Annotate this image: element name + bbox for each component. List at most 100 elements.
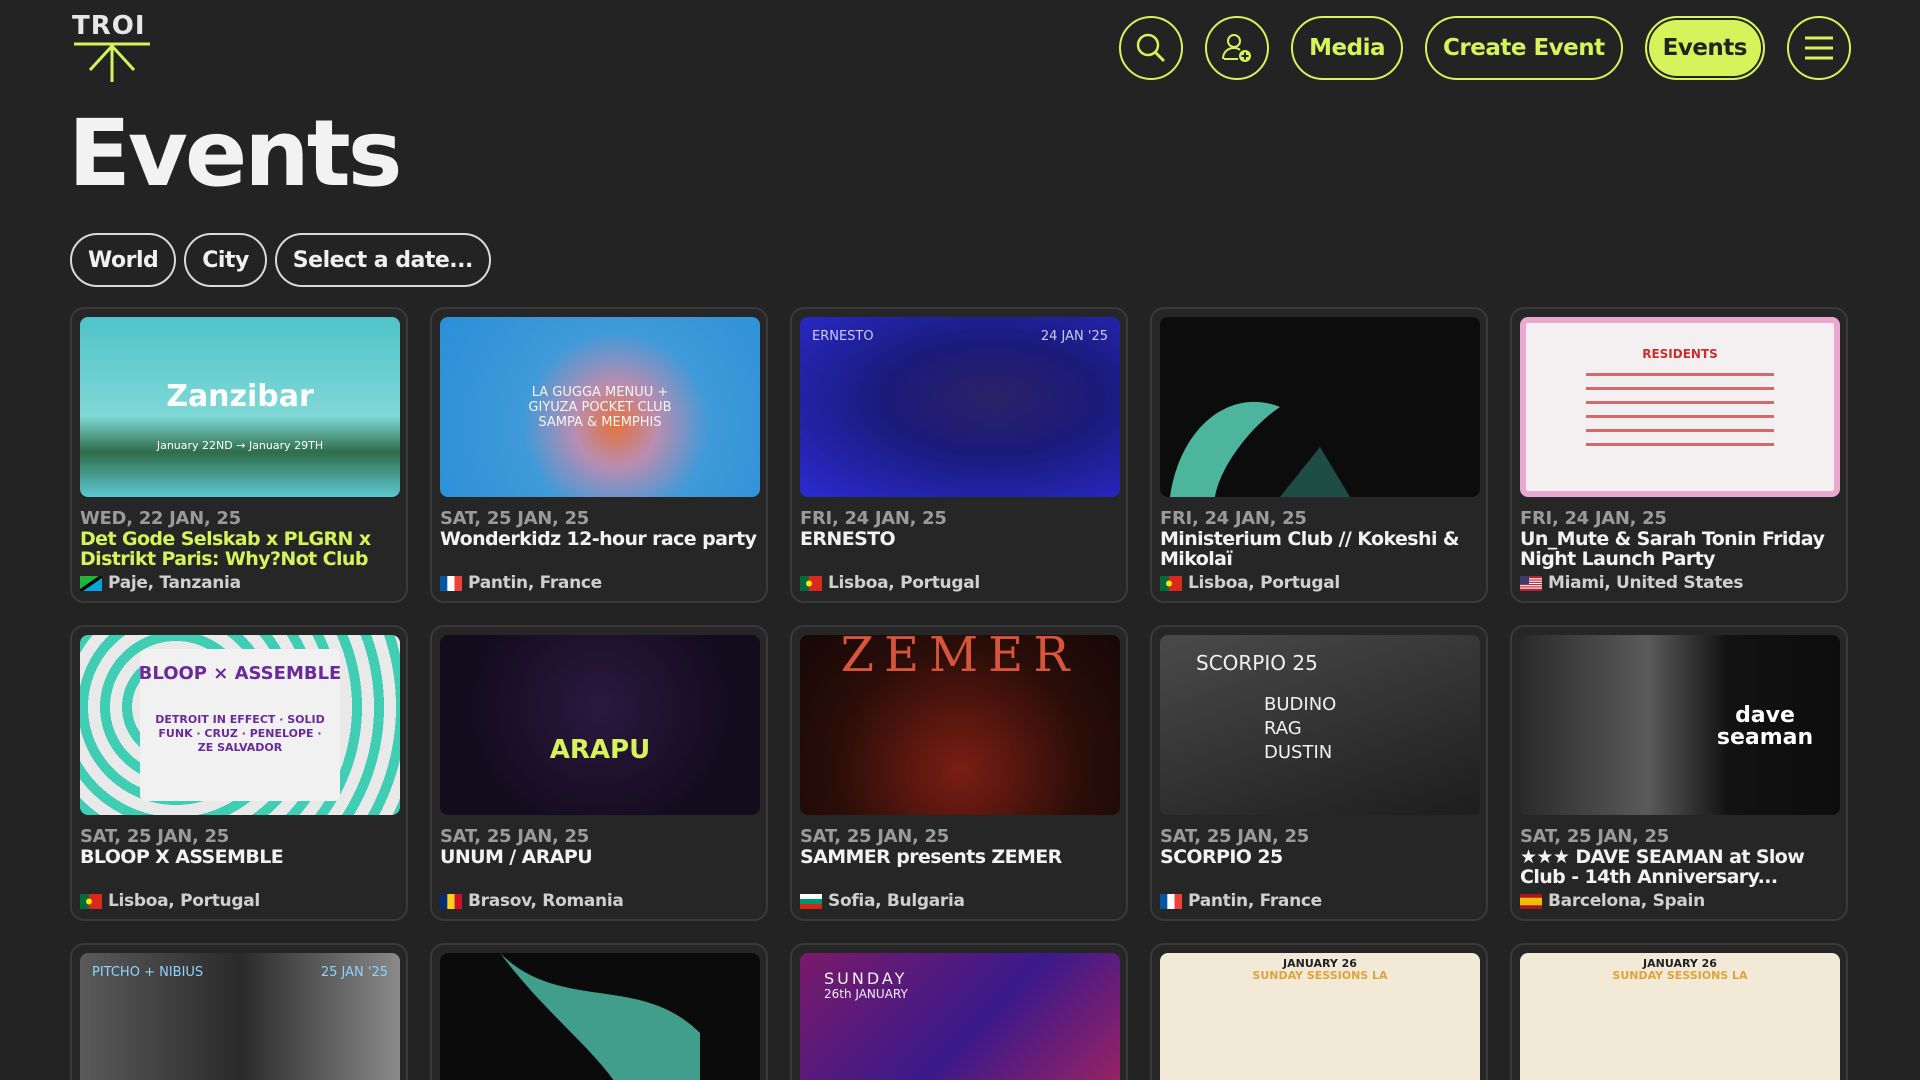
event-card[interactable]: BLOOP × ASSEMBLE DETROIT IN EFFECT · SOL… bbox=[70, 625, 408, 921]
event-title: ★★★ DAVE SEAMAN at Slow Club - 14th Anni… bbox=[1520, 847, 1805, 888]
location-text: Miami, United States bbox=[1548, 573, 1744, 593]
location-text: Lisboa, Portugal bbox=[108, 891, 260, 911]
event-location: Sofia, Bulgaria bbox=[800, 891, 1118, 911]
city-filter-button[interactable]: City bbox=[184, 233, 267, 287]
event-location: Miami, United States bbox=[1520, 573, 1838, 593]
create-event-button[interactable]: Create Event bbox=[1425, 16, 1623, 80]
thumbnail-title: Zanzibar bbox=[166, 379, 314, 414]
thumbnail-title: SUNDAY bbox=[824, 969, 908, 988]
event-title: SCORPIO 25 bbox=[1160, 847, 1283, 868]
event-card[interactable]: FRI, 24 JAN, 25 Ministerium Club // Koke… bbox=[1150, 307, 1488, 603]
location-text: Sofia, Bulgaria bbox=[828, 891, 965, 911]
tanzania-flag-icon bbox=[80, 575, 102, 591]
event-date: WED, 22 JAN, 25 bbox=[80, 508, 241, 529]
media-button[interactable]: Media bbox=[1291, 16, 1403, 80]
event-title: Det Gode Selskab x PLGRN x Distrikt Pari… bbox=[80, 529, 371, 570]
date-filter-button[interactable]: Select a date... bbox=[274, 233, 491, 287]
event-location: Paje, Tanzania bbox=[80, 573, 398, 593]
event-thumbnail: Zanzibar January 22ND → January 29TH bbox=[80, 317, 400, 497]
event-card[interactable]: JANUARY 26 SUNDAY SESSIONS LA bbox=[1510, 943, 1848, 1080]
event-card[interactable]: ZEMER SAT, 25 JAN, 25 SAMMER presents ZE… bbox=[790, 625, 1128, 921]
event-date: FRI, 24 JAN, 25 bbox=[800, 508, 947, 529]
event-card[interactable]: RESIDENTS FRI, 24 JAN, 25 Un_Mute & Sara… bbox=[1510, 307, 1848, 603]
event-card[interactable] bbox=[430, 943, 768, 1080]
events-grid: Zanzibar January 22ND → January 29TH WED… bbox=[70, 307, 1850, 1080]
event-card[interactable]: dave seaman SAT, 25 JAN, 25 ★★★ DAVE SEA… bbox=[1510, 625, 1848, 921]
thumbnail-title: BLOOP × ASSEMBLE bbox=[138, 663, 342, 684]
portugal-flag-icon bbox=[80, 893, 102, 909]
event-location: Lisboa, Portugal bbox=[80, 891, 398, 911]
event-date: SAT, 25 JAN, 25 bbox=[1160, 826, 1309, 847]
add-user-button[interactable] bbox=[1205, 16, 1270, 80]
event-date: SAT, 25 JAN, 25 bbox=[800, 826, 949, 847]
event-location: Pantin, France bbox=[440, 573, 758, 593]
troi-logo[interactable]: TROI bbox=[72, 12, 152, 82]
filter-bar: World City Select a date... bbox=[70, 233, 491, 287]
thumbnail-title: PITCHO + NIBIUS bbox=[92, 965, 204, 980]
location-text: Barcelona, Spain bbox=[1548, 891, 1705, 911]
location-text: Pantin, France bbox=[1188, 891, 1322, 911]
event-date: FRI, 24 JAN, 25 bbox=[1520, 508, 1667, 529]
thumbnail-title: SCORPIO 25 bbox=[1196, 651, 1318, 675]
thumbnail-title: RESIDENTS bbox=[1642, 347, 1718, 361]
event-thumbnail: ZEMER bbox=[800, 635, 1120, 815]
event-title: Un_Mute & Sarah Tonin Friday Night Launc… bbox=[1520, 529, 1825, 570]
event-title: Wonderkidz 12-hour race party bbox=[440, 529, 757, 550]
event-card[interactable]: Zanzibar January 22ND → January 29TH WED… bbox=[70, 307, 408, 603]
menu-button[interactable] bbox=[1787, 16, 1851, 80]
event-thumbnail: SUNDAY 26th JANUARY bbox=[800, 953, 1120, 1080]
event-thumbnail bbox=[440, 953, 760, 1080]
france-flag-icon bbox=[1160, 893, 1182, 909]
event-card[interactable]: JANUARY 26 SUNDAY SESSIONS LA bbox=[1150, 943, 1488, 1080]
event-location: Brasov, Romania bbox=[440, 891, 758, 911]
location-text: Pantin, France bbox=[468, 573, 602, 593]
event-card[interactable]: ERNESTO 24 JAN '25 FRI, 24 JAN, 25 ERNES… bbox=[790, 307, 1128, 603]
thumbnail-title: LA GUGGA MENUU + GIYUZA POCKET CLUB SAMP… bbox=[528, 385, 672, 430]
event-title: SAMMER presents ZEMER bbox=[800, 847, 1062, 868]
event-date: SAT, 25 JAN, 25 bbox=[440, 508, 589, 529]
event-card[interactable]: LA GUGGA MENUU + GIYUZA POCKET CLUB SAMP… bbox=[430, 307, 768, 603]
event-thumbnail: SCORPIO 25 BUDINO RAG DUSTIN bbox=[1160, 635, 1480, 815]
event-card[interactable]: SUNDAY 26th JANUARY bbox=[790, 943, 1128, 1080]
event-card[interactable]: PITCHO + NIBIUS 25 JAN '25 bbox=[70, 943, 408, 1080]
united-states-flag-icon bbox=[1520, 575, 1542, 591]
search-button[interactable] bbox=[1119, 16, 1184, 80]
search-icon bbox=[1136, 33, 1166, 63]
event-date: SAT, 25 JAN, 25 bbox=[440, 826, 589, 847]
events-button[interactable]: Events bbox=[1644, 16, 1765, 80]
top-nav: Media Create Event Events bbox=[1119, 16, 1851, 80]
event-date: SAT, 25 JAN, 25 bbox=[1520, 826, 1669, 847]
event-location: Pantin, France bbox=[1160, 891, 1478, 911]
thumbnail-title: ERNESTO bbox=[812, 329, 874, 344]
thumbnail-subtitle: 26th JANUARY bbox=[824, 987, 908, 1001]
hamburger-menu-icon bbox=[1805, 36, 1833, 60]
location-text: Paje, Tanzania bbox=[108, 573, 241, 593]
thumbnail-title: ZEMER bbox=[840, 635, 1080, 683]
event-thumbnail: JANUARY 26 SUNDAY SESSIONS LA bbox=[1160, 953, 1480, 1080]
thumbnail-subtitle: January 22ND → January 29TH bbox=[156, 439, 324, 452]
page-title: Events bbox=[68, 100, 402, 207]
thumbnail-subtitle: DETROIT IN EFFECT · SOLID FUNK · CRUZ · … bbox=[155, 713, 325, 754]
bulgaria-flag-icon bbox=[800, 893, 822, 909]
location-text: Lisboa, Portugal bbox=[1188, 573, 1340, 593]
france-flag-icon bbox=[440, 575, 462, 591]
event-location: Barcelona, Spain bbox=[1520, 891, 1838, 911]
logo-arrow-icon bbox=[74, 42, 150, 82]
thumbnail-subtitle: SUNDAY SESSIONS LA bbox=[1252, 969, 1388, 982]
event-date: SAT, 25 JAN, 25 bbox=[80, 826, 229, 847]
thumbnail-subtitle: SUNDAY SESSIONS LA bbox=[1612, 969, 1748, 982]
romania-flag-icon bbox=[440, 893, 462, 909]
abstract-wave-image bbox=[500, 953, 700, 1080]
event-thumbnail bbox=[1160, 317, 1480, 497]
event-thumbnail: PITCHO + NIBIUS 25 JAN '25 bbox=[80, 953, 400, 1080]
event-title: BLOOP X ASSEMBLE bbox=[80, 847, 284, 868]
world-filter-button[interactable]: World bbox=[70, 233, 177, 287]
event-card[interactable]: SCORPIO 25 BUDINO RAG DUSTIN SAT, 25 JAN… bbox=[1150, 625, 1488, 921]
event-card[interactable]: ARAPU SAT, 25 JAN, 25 UNUM / ARAPU Braso… bbox=[430, 625, 768, 921]
thumbnail-title: dave seaman bbox=[1716, 703, 1814, 750]
flyer-lines bbox=[1586, 373, 1774, 453]
location-text: Brasov, Romania bbox=[468, 891, 624, 911]
event-thumbnail: BLOOP × ASSEMBLE DETROIT IN EFFECT · SOL… bbox=[80, 635, 400, 815]
event-title: ERNESTO bbox=[800, 529, 896, 550]
portugal-flag-icon bbox=[800, 575, 822, 591]
